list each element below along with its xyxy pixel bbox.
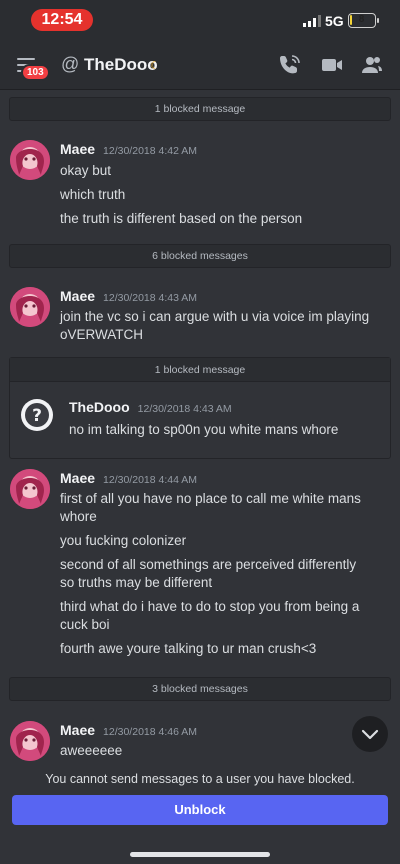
message-text: aweeeeee — [60, 743, 123, 758]
message-text: fourth awe youre talking to ur man crush… — [60, 641, 317, 656]
message-text: third what do i have to do to stop you f… — [60, 599, 360, 614]
message-timestamp: 12/30/2018 4:43 AM — [137, 403, 232, 415]
message-feed[interactable]: 1 blocked message Maee 12/30/2018 4:42 AM… — [0, 91, 400, 766]
avatar[interactable] — [10, 140, 50, 180]
call-icon[interactable] — [278, 53, 302, 77]
blocked-messages-bar[interactable]: 3 blocked messages — [9, 677, 391, 701]
message-text: okay but — [60, 163, 112, 178]
svg-text:?: ? — [32, 406, 42, 426]
message-author[interactable]: Maee 12/30/2018 4:43 AM — [60, 288, 197, 304]
message-text: which truth — [60, 187, 126, 202]
avatar[interactable] — [10, 721, 50, 761]
channel-header: 103 @ TheDooo ☾ — [0, 40, 400, 90]
blocked-message-expanded[interactable]: 1 blocked message ? TheDooo 12/30/2018 4:… — [9, 357, 391, 459]
blocked-footer: You cannot send messages to a user you h… — [0, 766, 400, 864]
message-text: whore — [60, 509, 97, 524]
blocked-messages-bar[interactable]: 1 blocked message — [9, 97, 391, 121]
battery-icon: 8 — [348, 13, 376, 28]
message-text: you fucking colonizer — [60, 533, 187, 548]
signal-icon — [303, 15, 321, 27]
message-author[interactable]: TheDooo 12/30/2018 4:43 AM — [69, 399, 232, 415]
message-text: second of all somethings are perceived d… — [60, 557, 357, 572]
default-avatar-icon[interactable]: ? — [21, 399, 53, 431]
scroll-down-icon — [361, 729, 379, 740]
message-author[interactable]: Maee 12/30/2018 4:42 AM — [60, 141, 197, 157]
message-text: so truths may be different — [60, 575, 213, 590]
dm-username[interactable]: TheDooo — [84, 55, 158, 75]
blocked-messages-bar[interactable]: 1 blocked message — [10, 358, 390, 382]
unblock-button[interactable]: Unblock — [12, 795, 388, 825]
idle-status-icon: ☾ — [150, 60, 160, 72]
avatar[interactable] — [10, 469, 50, 509]
message-text: cuck boi — [60, 617, 110, 632]
message-author[interactable]: Maee 12/30/2018 4:46 AM — [60, 722, 197, 738]
battery-tip — [377, 18, 379, 23]
members-icon[interactable] — [360, 53, 384, 77]
scroll-down-button[interactable] — [352, 716, 388, 752]
dm-at-icon: @ — [61, 54, 80, 74]
network-label: 5G — [325, 13, 344, 29]
blocked-messages-bar[interactable]: 6 blocked messages — [9, 244, 391, 268]
home-indicator[interactable] — [130, 852, 270, 857]
message-timestamp: 12/30/2018 4:44 AM — [103, 474, 198, 486]
message-timestamp: 12/30/2018 4:43 AM — [103, 292, 198, 304]
status-time: 12:54 — [31, 9, 93, 31]
message-text: the truth is different based on the pers… — [60, 211, 303, 226]
message-text: oVERWATCH — [60, 327, 144, 342]
battery-label: 8 — [358, 14, 365, 25]
video-icon[interactable] — [320, 53, 344, 77]
message-author[interactable]: Maee 12/30/2018 4:44 AM — [60, 470, 197, 486]
notification-badge: 103 — [21, 64, 50, 81]
avatar[interactable] — [10, 287, 50, 327]
message-text: first of all you have no place to call m… — [60, 491, 361, 506]
status-bar: 12:54 5G 8 — [0, 0, 400, 40]
message-text: join the vc so i can argue with u via vo… — [60, 309, 370, 324]
message-text: no im talking to sp00n you white mans wh… — [69, 422, 339, 437]
blocked-notice: You cannot send messages to a user you h… — [45, 772, 355, 786]
message-timestamp: 12/30/2018 4:42 AM — [103, 145, 198, 157]
message-timestamp: 12/30/2018 4:46 AM — [103, 726, 198, 738]
